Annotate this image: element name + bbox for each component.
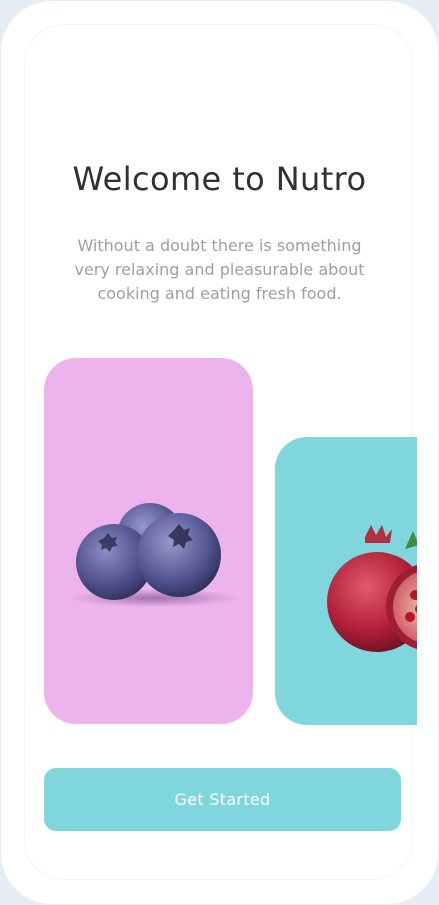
fruit-card-pomegranate[interactable] — [275, 437, 417, 725]
get-started-button[interactable]: Get Started — [44, 768, 401, 831]
page-description: Without a doubt there is something very … — [74, 236, 365, 303]
app-screen: Welcome to Nutro Without a doubt there i… — [0, 0, 439, 905]
page-title: Welcome to Nutro — [72, 160, 367, 198]
fruit-card-pomegranate-viewport — [275, 437, 417, 725]
fruit-card-blueberry[interactable] — [44, 358, 253, 724]
pomegranate-image — [327, 525, 417, 652]
blueberry-image — [69, 503, 239, 607]
